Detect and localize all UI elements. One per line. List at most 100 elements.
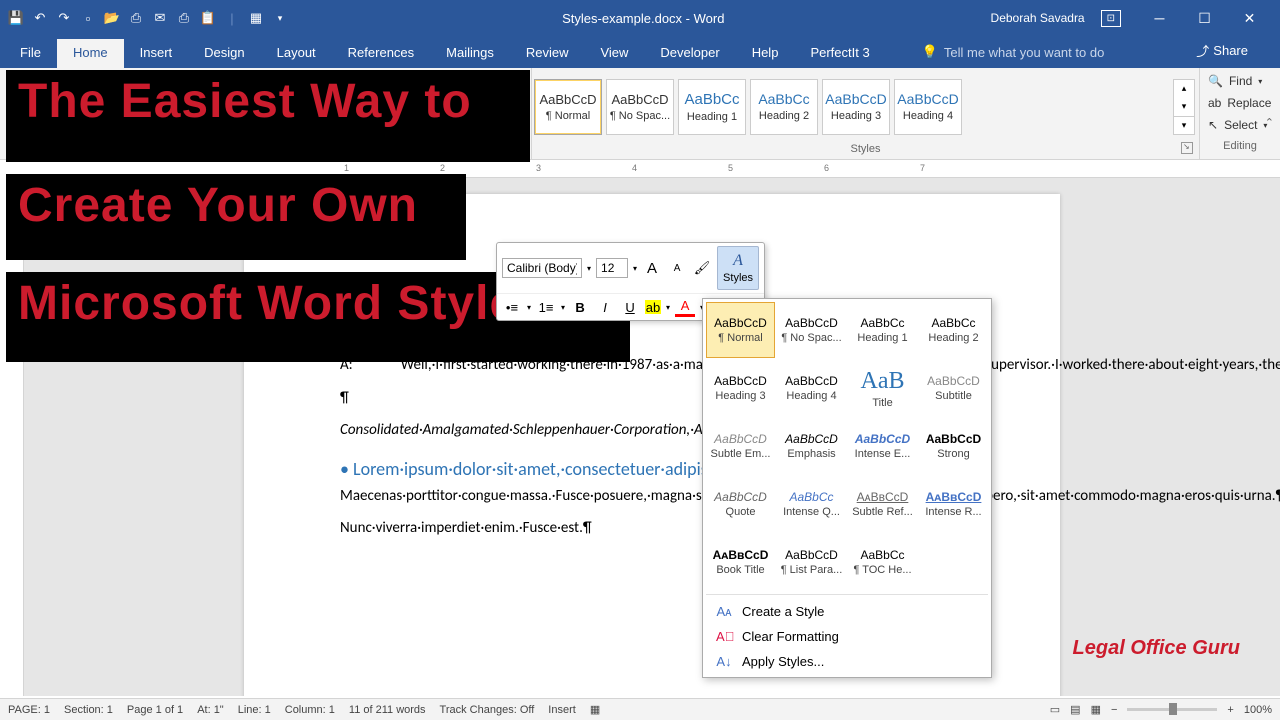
select-button[interactable]: ↖Select▾	[1208, 116, 1272, 134]
style-option-nospac[interactable]: AaBbCcD¶ No Spac...	[777, 302, 846, 358]
undo-icon[interactable]: ↶	[32, 10, 48, 26]
zoom-in-icon[interactable]: +	[1227, 704, 1233, 716]
quick-print-icon[interactable]: ⎙	[176, 10, 192, 26]
highlight-icon[interactable]: ab	[645, 300, 661, 314]
tab-review[interactable]: Review	[510, 39, 585, 68]
styles-launcher-icon[interactable]	[1181, 142, 1193, 154]
style-swatch-nospac[interactable]: AaBbCcD¶ No Spac...	[606, 79, 674, 135]
grow-font-icon[interactable]: A	[642, 258, 662, 278]
style-option-toche[interactable]: AaBbCc¶ TOC He...	[848, 534, 917, 590]
email-icon[interactable]: ✉	[152, 10, 168, 26]
tab-help[interactable]: Help	[736, 39, 795, 68]
tab-view[interactable]: View	[584, 39, 644, 68]
tab-mailings[interactable]: Mailings	[430, 39, 510, 68]
style-option-intensee[interactable]: AaBbCcDIntense E...	[848, 418, 917, 474]
shrink-font-icon[interactable]: A	[667, 258, 687, 278]
style-option-listpara[interactable]: AaBbCcD¶ List Para...	[777, 534, 846, 590]
status-words[interactable]: 11 of 211 words	[349, 704, 426, 716]
tab-insert[interactable]: Insert	[124, 39, 189, 68]
underline-icon[interactable]: U	[620, 297, 640, 317]
dropdown-icon[interactable]: ▾	[272, 10, 288, 26]
font-size-input[interactable]	[596, 258, 628, 278]
tab-file[interactable]: File	[4, 39, 57, 68]
tab-developer[interactable]: Developer	[644, 39, 735, 68]
style-option-intenseq[interactable]: AaBbCcIntense Q...	[777, 476, 846, 532]
font-dropdown-icon[interactable]: ▾	[587, 264, 591, 273]
maximize-button[interactable]: ☐	[1182, 0, 1227, 36]
tab-perfectit[interactable]: PerfectIt 3	[794, 39, 885, 68]
status-line[interactable]: Line: 1	[238, 704, 271, 716]
minimize-button[interactable]: ─	[1137, 0, 1182, 36]
replace-button[interactable]: abReplace	[1208, 94, 1272, 112]
status-column[interactable]: Column: 1	[285, 704, 335, 716]
styles-button[interactable]: A Styles	[717, 246, 759, 290]
apply-styles-item[interactable]: A↓Apply Styles...	[706, 649, 988, 674]
style-option-heading3[interactable]: AaBbCcDHeading 3	[706, 360, 775, 416]
create-style-item[interactable]: AᴀCreate a Style	[706, 599, 988, 624]
tab-design[interactable]: Design	[188, 39, 260, 68]
style-option-subtitle[interactable]: AaBbCcDSubtitle	[919, 360, 988, 416]
read-mode-icon[interactable]: ▭	[1050, 703, 1060, 716]
style-gallery-down-icon[interactable]: ▾	[1174, 98, 1194, 116]
style-swatch-heading4[interactable]: AaBbCcDHeading 4	[894, 79, 962, 135]
account-icon[interactable]: ⊡	[1101, 10, 1121, 27]
tab-layout[interactable]: Layout	[261, 39, 332, 68]
table-icon[interactable]: ▦	[248, 10, 264, 26]
numbering-icon[interactable]: 1≡	[536, 297, 556, 317]
close-button[interactable]: ✕	[1227, 0, 1272, 36]
style-gallery-up-icon[interactable]: ▴	[1174, 80, 1194, 98]
style-option-intenser[interactable]: AᴀBʙCᴄDIntense R...	[919, 476, 988, 532]
style-swatch-heading2[interactable]: AaBbCcHeading 2	[750, 79, 818, 135]
style-option-heading4[interactable]: AaBbCcDHeading 4	[777, 360, 846, 416]
style-option-heading2[interactable]: AaBbCcHeading 2	[919, 302, 988, 358]
tab-references[interactable]: References	[332, 39, 430, 68]
collapse-ribbon-icon[interactable]: ⌃	[1265, 116, 1274, 129]
new-icon[interactable]: ▫	[80, 10, 96, 26]
status-insert[interactable]: Insert	[548, 704, 576, 716]
style-option-subtleem[interactable]: AaBbCcDSubtle Em...	[706, 418, 775, 474]
style-swatch-heading1[interactable]: AaBbCcHeading 1	[678, 79, 746, 135]
share-button[interactable]: ⤴ Share	[1180, 35, 1264, 68]
save-icon[interactable]: 💾	[8, 10, 24, 26]
redo-icon[interactable]: ↷	[56, 10, 72, 26]
bullets-icon[interactable]: •≡	[502, 297, 522, 317]
font-family-input[interactable]	[502, 258, 582, 278]
zoom-level[interactable]: 100%	[1244, 704, 1272, 716]
macro-icon[interactable]: ▦	[590, 703, 600, 716]
format-painter-icon[interactable]: 🖌	[692, 258, 712, 278]
status-track[interactable]: Track Changes: Off	[440, 704, 535, 716]
status-section[interactable]: Section: 1	[64, 704, 113, 716]
style-swatch-normal[interactable]: AaBbCcD¶ Normal	[534, 79, 602, 135]
style-option-booktitle[interactable]: AᴀBʙCᴄDBook Title	[706, 534, 775, 590]
zoom-thumb[interactable]	[1169, 703, 1177, 715]
font-color-icon[interactable]: A	[675, 297, 695, 317]
zoom-out-icon[interactable]: −	[1111, 704, 1117, 716]
open-icon[interactable]: 📂	[104, 10, 120, 26]
italic-icon[interactable]: I	[595, 297, 615, 317]
style-option-normal[interactable]: AaBbCcD¶ Normal	[706, 302, 775, 358]
style-name: ¶ Normal	[546, 110, 590, 122]
style-option-strong[interactable]: AaBbCcDStrong	[919, 418, 988, 474]
status-pageof[interactable]: Page 1 of 1	[127, 704, 183, 716]
find-button[interactable]: 🔍Find▾	[1208, 72, 1272, 90]
print-icon[interactable]: ⎙	[128, 10, 144, 26]
style-option-heading1[interactable]: AaBbCcHeading 1	[848, 302, 917, 358]
print-layout-icon[interactable]: ▤	[1070, 703, 1080, 716]
clear-formatting-item[interactable]: A⃠Clear Formatting	[706, 624, 988, 649]
style-gallery-more-icon[interactable]: ▾	[1174, 116, 1194, 134]
style-option-emphasis[interactable]: AaBbCcDEmphasis	[777, 418, 846, 474]
style-swatch-heading3[interactable]: AaBbCcDHeading 3	[822, 79, 890, 135]
web-layout-icon[interactable]: ▦	[1091, 703, 1101, 716]
styles-gallery[interactable]: AaBbCcD¶ NormalAaBbCcD¶ No Spac...AaBbCc…	[532, 77, 1173, 137]
tab-home[interactable]: Home	[57, 39, 124, 68]
tell-me-search[interactable]: 💡 Tell me what you want to do	[906, 38, 1121, 68]
zoom-slider[interactable]	[1127, 708, 1217, 711]
status-page[interactable]: PAGE: 1	[8, 704, 50, 716]
style-option-quote[interactable]: AaBbCcDQuote	[706, 476, 775, 532]
status-at[interactable]: At: 1"	[197, 704, 224, 716]
clipboard-icon[interactable]: 📋	[200, 10, 216, 26]
size-dropdown-icon[interactable]: ▾	[633, 264, 637, 273]
bold-icon[interactable]: B	[570, 297, 590, 317]
style-option-title[interactable]: AaBTitle	[848, 360, 917, 416]
style-option-subtleref[interactable]: AᴀBʙCᴄDSubtle Ref...	[848, 476, 917, 532]
